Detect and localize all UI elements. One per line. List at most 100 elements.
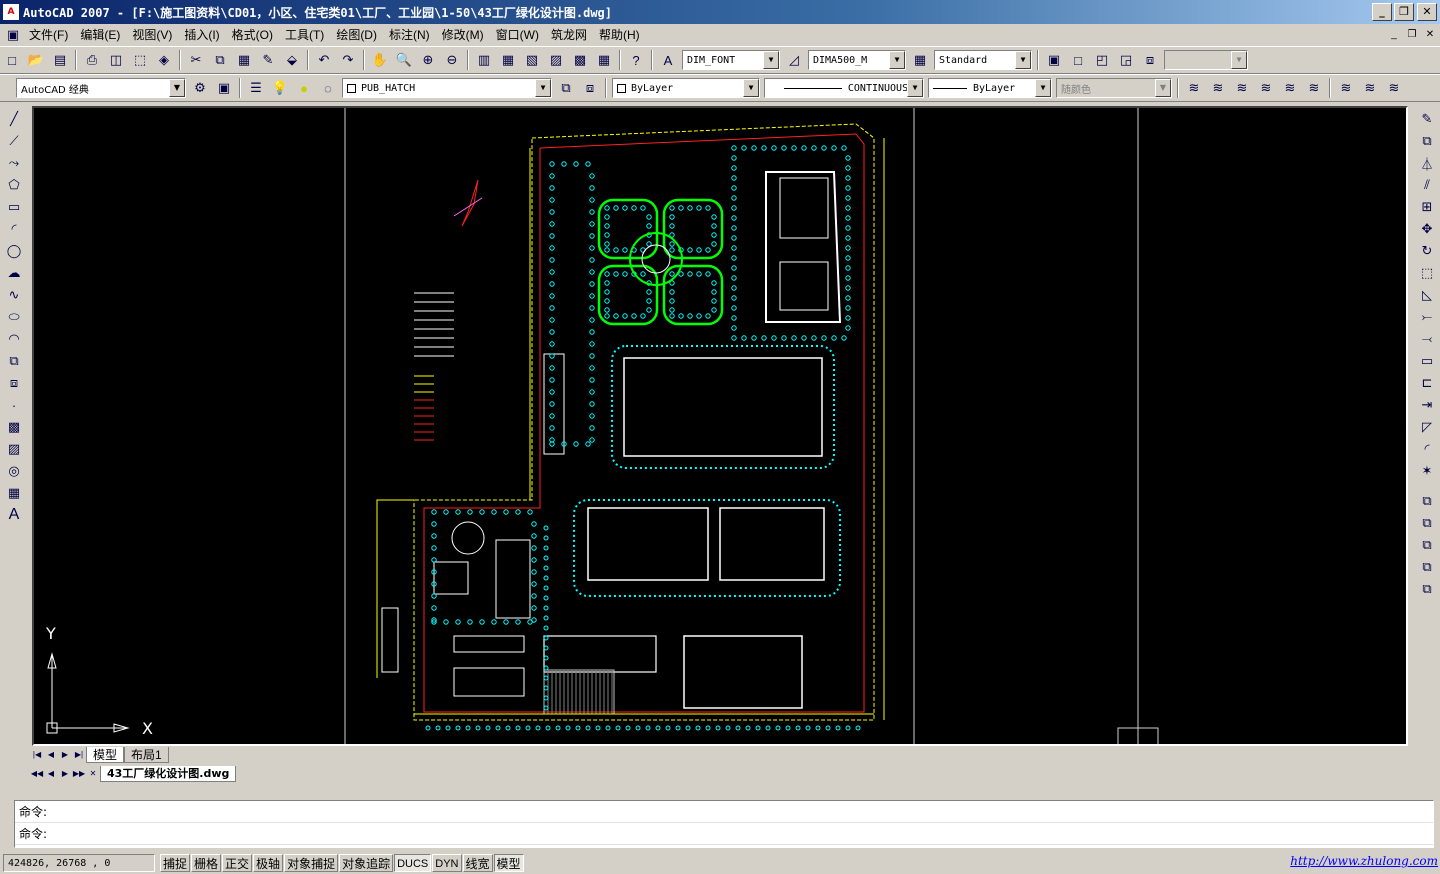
lock-icon[interactable]: ◌ bbox=[317, 77, 339, 99]
3d-dwf-icon[interactable]: ◈ bbox=[153, 49, 175, 71]
doc-close-tab-icon[interactable]: ✕ bbox=[86, 767, 100, 781]
viewport-clip-icon[interactable]: ⧈ bbox=[1139, 49, 1161, 71]
dyn-toggle[interactable]: DYN bbox=[432, 853, 462, 872]
viewport-object-icon[interactable]: ◲ bbox=[1115, 49, 1137, 71]
extend-icon[interactable]: ⤙ bbox=[1416, 329, 1438, 349]
doc-minimize-icon[interactable]: _ bbox=[1386, 27, 1402, 43]
layer-tool-7-icon[interactable]: ≋ bbox=[1335, 77, 1357, 99]
gradient-icon[interactable]: ▨ bbox=[3, 439, 25, 459]
tab-layout1[interactable]: 布局1 bbox=[124, 747, 169, 763]
hatch-icon[interactable]: ▩ bbox=[3, 417, 25, 437]
ellipse-icon[interactable]: ⬭ bbox=[3, 307, 25, 327]
redo-icon[interactable]: ↷ bbox=[337, 49, 359, 71]
prev-tab-icon[interactable]: ◀ bbox=[44, 748, 58, 762]
stretch-icon[interactable]: ◺ bbox=[1416, 285, 1438, 305]
layer-tool-5-icon[interactable]: ≋ bbox=[1279, 77, 1301, 99]
spline-icon[interactable]: ∿ bbox=[3, 285, 25, 305]
sun-icon[interactable]: ● bbox=[293, 77, 315, 99]
make-block-icon[interactable]: ⧈ bbox=[3, 373, 25, 393]
grid-toggle[interactable]: 栅格 bbox=[191, 853, 222, 872]
next-tab-icon[interactable]: ▶ bbox=[58, 748, 72, 762]
lineweight-toggle[interactable]: 线宽 bbox=[462, 853, 493, 872]
draw-order-back-icon[interactable]: ⧉ bbox=[1416, 513, 1438, 533]
pan-icon[interactable]: ✋ bbox=[369, 49, 391, 71]
copy-object-icon[interactable]: ⧉ bbox=[1416, 131, 1438, 151]
revision-cloud-icon[interactable]: ☁ bbox=[3, 263, 25, 283]
tab-document[interactable]: 43工厂绿化设计图.dwg bbox=[100, 766, 237, 782]
save-icon[interactable]: ▤ bbox=[49, 49, 71, 71]
line-icon[interactable]: ╱ bbox=[3, 109, 25, 129]
calculator-icon[interactable]: ▦ bbox=[593, 49, 615, 71]
mirror-icon[interactable]: ⏃ bbox=[1416, 153, 1438, 173]
text-style-combo[interactable]: DIM_FONT ▼ bbox=[682, 50, 780, 70]
undo-icon[interactable]: ↶ bbox=[313, 49, 335, 71]
ellipse-arc-icon[interactable]: ◠ bbox=[3, 329, 25, 349]
dim-style-icon[interactable]: ◿ bbox=[783, 49, 805, 71]
make-current-layer-icon[interactable]: ⧉ bbox=[555, 77, 577, 99]
layer-tool-8-icon[interactable]: ≋ bbox=[1359, 77, 1381, 99]
polyline-icon[interactable]: ⤳ bbox=[3, 153, 25, 173]
copy-icon[interactable]: ⧉ bbox=[209, 49, 231, 71]
trim-icon[interactable]: ⤚ bbox=[1416, 307, 1438, 327]
tab-model[interactable]: 模型 bbox=[86, 747, 125, 763]
insert-block-icon[interactable]: ⧉ bbox=[3, 351, 25, 371]
paste-icon[interactable]: ▦ bbox=[233, 49, 255, 71]
command-window[interactable]: 命令: 命令: bbox=[14, 800, 1434, 848]
multiline-text-icon[interactable]: A bbox=[3, 505, 25, 525]
doc-close-icon[interactable]: ✕ bbox=[1422, 27, 1438, 43]
markup-icon[interactable]: ▩ bbox=[569, 49, 591, 71]
scale-icon[interactable]: ⬚ bbox=[1416, 263, 1438, 283]
fillet-icon[interactable]: ◜ bbox=[1416, 439, 1438, 459]
linetype-combo[interactable]: CONTINUOUS ▼ bbox=[764, 78, 924, 98]
publish-icon[interactable]: ⬚ bbox=[129, 49, 151, 71]
text-style-icon[interactable]: A bbox=[657, 49, 679, 71]
ducs-toggle[interactable]: DUCS bbox=[394, 853, 432, 872]
document-icon[interactable]: ▣ bbox=[4, 26, 22, 44]
menu-insert[interactable]: 插入(I) bbox=[178, 25, 225, 45]
viewport-scale-combo[interactable]: ▼ bbox=[1164, 50, 1248, 70]
doc-last-icon[interactable]: ▶▶ bbox=[72, 767, 86, 781]
zoom-previous-icon[interactable]: ⊖ bbox=[441, 49, 463, 71]
layer-combo[interactable]: PUB_HATCH ▼ bbox=[342, 78, 552, 98]
polygon-icon[interactable]: ⬠ bbox=[3, 175, 25, 195]
doc-prev-icon[interactable]: ◀ bbox=[44, 767, 58, 781]
viewport-dialog-icon[interactable]: □ bbox=[1067, 49, 1089, 71]
doc-restore-icon[interactable]: ❐ bbox=[1404, 27, 1420, 43]
zoom-window-icon[interactable]: ⊕ bbox=[417, 49, 439, 71]
layer-previous-icon[interactable]: ⧈ bbox=[579, 77, 601, 99]
drawing-canvas[interactable]: Y X bbox=[32, 106, 1408, 746]
first-tab-icon[interactable]: |◀ bbox=[30, 748, 44, 762]
workspace-combo[interactable]: AutoCAD 经典 ▼ bbox=[16, 78, 186, 98]
menu-dimension[interactable]: 标注(N) bbox=[383, 25, 436, 45]
layer-manager-icon[interactable]: ☰ bbox=[245, 77, 267, 99]
menu-help[interactable]: 帮助(H) bbox=[593, 25, 646, 45]
otrack-toggle[interactable]: 对象追踪 bbox=[339, 853, 394, 872]
menu-draw[interactable]: 绘图(D) bbox=[330, 25, 383, 45]
region-icon[interactable]: ◎ bbox=[3, 461, 25, 481]
menu-modify[interactable]: 修改(M) bbox=[436, 25, 490, 45]
offset-icon[interactable]: ⫽ bbox=[1416, 175, 1438, 195]
doc-first-icon[interactable]: ◀◀ bbox=[30, 767, 44, 781]
last-tab-icon[interactable]: ▶| bbox=[72, 748, 86, 762]
layer-tool-9-icon[interactable]: ≋ bbox=[1383, 77, 1405, 99]
chamfer-icon[interactable]: ◸ bbox=[1416, 417, 1438, 437]
menu-file[interactable]: 文件(F) bbox=[23, 25, 74, 45]
point-icon[interactable]: · bbox=[3, 395, 25, 415]
draw-order-under-icon[interactable]: ⧉ bbox=[1416, 557, 1438, 577]
match-properties-icon[interactable]: ✎ bbox=[257, 49, 279, 71]
draw-order-front-icon[interactable]: ⧉ bbox=[1416, 491, 1438, 511]
osnap-toggle[interactable]: 对象捕捉 bbox=[284, 853, 339, 872]
autocad-app-icon[interactable]: A bbox=[3, 4, 19, 20]
move-icon[interactable]: ✥ bbox=[1416, 219, 1438, 239]
arc-icon[interactable]: ◜ bbox=[3, 219, 25, 239]
table-icon[interactable]: ▦ bbox=[3, 483, 25, 503]
table-style-combo[interactable]: Standard ▼ bbox=[934, 50, 1032, 70]
erase-icon[interactable]: ✎ bbox=[1416, 109, 1438, 129]
workspace-settings-icon[interactable]: ⚙ bbox=[189, 77, 211, 99]
menu-format[interactable]: 格式(O) bbox=[226, 25, 279, 45]
menu-view[interactable]: 视图(V) bbox=[126, 25, 178, 45]
model-toggle[interactable]: 模型 bbox=[493, 853, 524, 872]
layer-tool-2-icon[interactable]: ≋ bbox=[1207, 77, 1229, 99]
break-icon[interactable]: ⊏ bbox=[1416, 373, 1438, 393]
explode-icon[interactable]: ✶ bbox=[1416, 461, 1438, 481]
